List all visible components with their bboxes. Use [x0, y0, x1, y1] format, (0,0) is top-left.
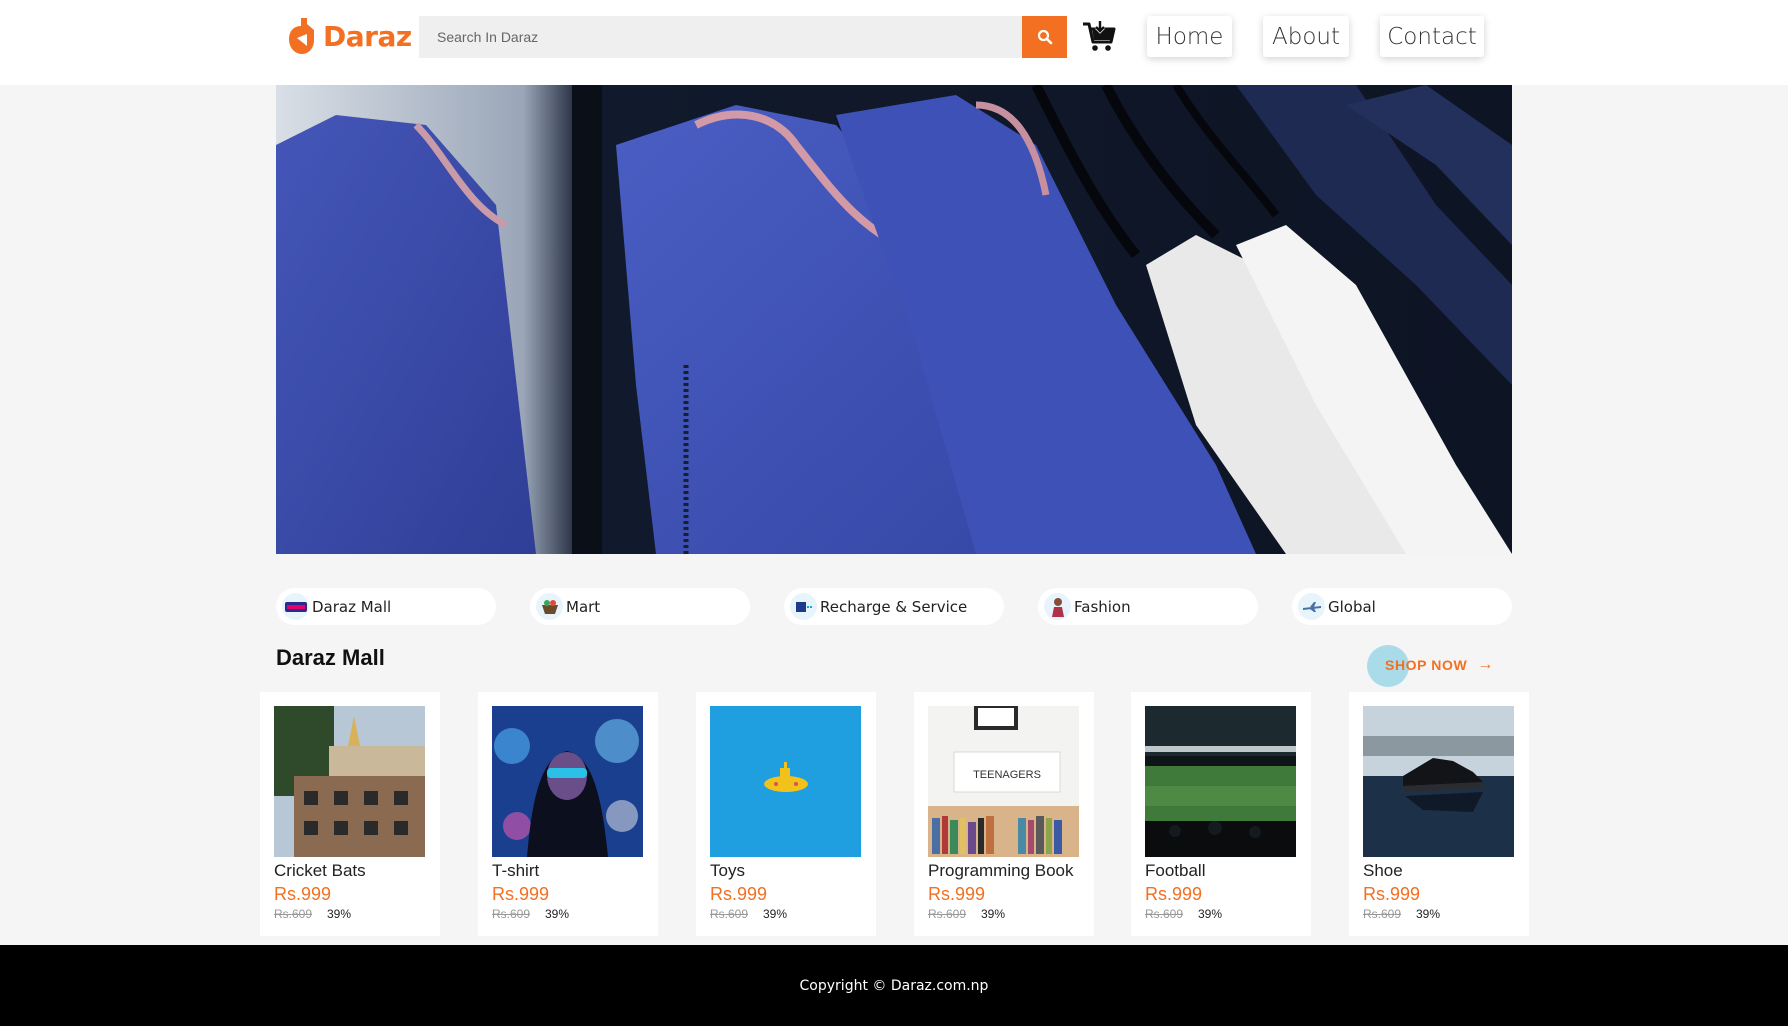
- category-label: Mart: [566, 597, 601, 616]
- product-discount: 39%: [545, 907, 570, 921]
- copyright-text: Copyright © Daraz.com.np: [799, 977, 989, 994]
- product-price: Rs.999: [492, 884, 550, 904]
- product-price: Rs.999: [274, 884, 332, 904]
- product-discount: 39%: [327, 907, 352, 921]
- product-old-price: Rs.609: [928, 907, 967, 921]
- product-price: Rs.999: [1363, 884, 1421, 904]
- product-old-price: Rs.609: [274, 907, 313, 921]
- product-name: Football: [1145, 861, 1206, 880]
- shop-now-button[interactable]: SHOP NOW →: [1367, 645, 1495, 687]
- product-image: [1145, 706, 1296, 857]
- section-title: Daraz Mall: [276, 645, 385, 670]
- product-price: Rs.999: [928, 884, 986, 904]
- product-image: [710, 706, 861, 857]
- product-image: [274, 706, 425, 857]
- hero-banner: [276, 85, 1512, 554]
- product-image: TEENAGERS: [928, 706, 1079, 857]
- product-old-price: Rs.609: [492, 907, 531, 921]
- brand-name: Daraz: [323, 19, 412, 53]
- product-discount: 39%: [1416, 907, 1441, 921]
- product-name: Cricket Bats: [274, 861, 366, 880]
- product-card-shoe[interactable]: Shoe Rs.999 Rs.609 39%: [1349, 692, 1529, 936]
- product-image: [492, 706, 643, 857]
- product-card-football[interactable]: Football Rs.999 Rs.609 39%: [1131, 692, 1311, 936]
- nav-home[interactable]: Home: [1147, 16, 1232, 57]
- search-button[interactable]: [1022, 16, 1067, 58]
- recharge-icon: [790, 593, 817, 620]
- category-global[interactable]: Global: [1292, 588, 1512, 625]
- arrow-right-icon: →: [1477, 656, 1494, 673]
- product-name: Toys: [710, 861, 745, 880]
- product-old-price: Rs.609: [1363, 907, 1402, 921]
- hero-jackets-image: [276, 85, 1512, 554]
- category-recharge-service[interactable]: Recharge & Service: [784, 588, 1004, 625]
- image-sign-text: TEENAGERS: [973, 769, 1041, 781]
- footer: Copyright © Daraz.com.np: [0, 945, 1788, 1026]
- category-daraz-mall[interactable]: Daraz Mall: [276, 588, 496, 625]
- fashion-icon: [1044, 593, 1071, 620]
- search-bar: [419, 16, 1067, 58]
- daraz-logo[interactable]: Daraz: [287, 14, 412, 58]
- product-price: Rs.999: [1145, 884, 1203, 904]
- search-icon: [1037, 29, 1052, 45]
- category-label: Daraz Mall: [312, 597, 392, 616]
- shop-now-label: SHOP NOW: [1385, 657, 1468, 673]
- nav-about[interactable]: About: [1263, 16, 1349, 57]
- daraz-mall-icon: [282, 593, 309, 620]
- product-name: Shoe: [1363, 861, 1403, 880]
- product-discount: 39%: [763, 907, 788, 921]
- category-label: Recharge & Service: [820, 597, 968, 616]
- product-image: [1363, 706, 1514, 857]
- category-mart[interactable]: Mart: [530, 588, 750, 625]
- category-fashion[interactable]: Fashion: [1038, 588, 1258, 625]
- category-label: Global: [1328, 597, 1376, 616]
- product-old-price: Rs.609: [1145, 907, 1184, 921]
- category-label: Fashion: [1074, 597, 1131, 616]
- product-name: Programming Book: [928, 861, 1074, 880]
- product-card-cricket-bats[interactable]: Cricket Bats Rs.999 Rs.609 39%: [260, 692, 440, 936]
- nav-contact[interactable]: Contact: [1380, 16, 1484, 57]
- product-price: Rs.999: [710, 884, 768, 904]
- cart-icon[interactable]: [1081, 18, 1117, 54]
- product-discount: 39%: [981, 907, 1006, 921]
- daraz-logo-icon: [289, 18, 314, 54]
- product-name: T-shirt: [492, 861, 540, 880]
- product-card-toys[interactable]: Toys Rs.999 Rs.609 39%: [696, 692, 876, 936]
- search-input[interactable]: [419, 16, 1022, 58]
- airplane-icon: [1298, 593, 1325, 620]
- header: Daraz Home About Contact: [0, 0, 1788, 85]
- product-discount: 39%: [1198, 907, 1223, 921]
- basket-icon: [536, 593, 563, 620]
- product-card-t-shirt[interactable]: T-shirt Rs.999 Rs.609 39%: [478, 692, 658, 936]
- product-card-programming-book[interactable]: TEENAGERS Programming Book Rs.999 Rs.609…: [914, 692, 1094, 936]
- product-old-price: Rs.609: [710, 907, 749, 921]
